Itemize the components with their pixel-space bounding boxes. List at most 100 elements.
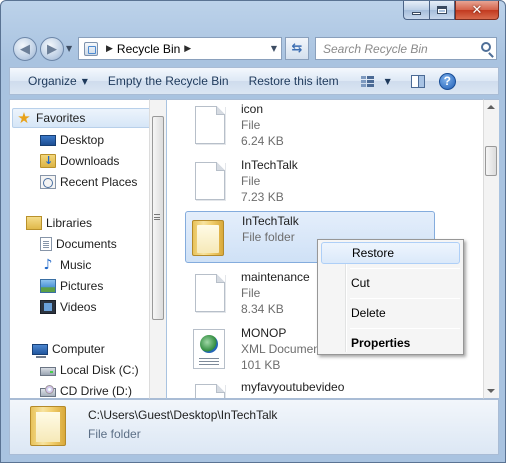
xml-document-icon [193, 329, 225, 369]
recent-pages-dropdown[interactable]: ▼ [66, 44, 72, 53]
folder-icon [30, 406, 66, 446]
file-list-scroll-thumb[interactable] [485, 146, 497, 176]
command-bar: Organize ▼ Empty the Recycle Bin Restore… [9, 67, 499, 95]
nav-desktop[interactable]: Desktop [40, 130, 104, 150]
file-type: File [241, 286, 261, 300]
scroll-up-icon[interactable] [487, 105, 495, 109]
nav-libraries[interactable]: Libraries [26, 213, 92, 233]
favorites-star-icon: ★ [17, 109, 31, 127]
details-pane: C:\Users\Guest\Desktop\InTechTalk File f… [9, 399, 499, 455]
downloads-icon [40, 154, 56, 168]
preview-pane-button[interactable] [395, 70, 433, 92]
restore-this-item-button[interactable]: Restore this item [239, 70, 349, 92]
nav-downloads[interactable]: Downloads [40, 151, 119, 171]
forward-button[interactable]: ▶ [40, 37, 64, 61]
back-arrow-icon: ◀ [20, 41, 30, 57]
recycle-bin-icon [84, 41, 98, 56]
videos-icon [40, 300, 56, 314]
breadcrumb-chevron-icon[interactable]: ▶ [184, 44, 191, 54]
context-menu-restore[interactable]: Restore [321, 242, 460, 264]
nav-recent-places[interactable]: Recent Places [40, 172, 137, 192]
address-dropdown-icon[interactable]: ▼ [266, 37, 282, 60]
nav-downloads-label: Downloads [60, 154, 120, 168]
context-menu-properties[interactable]: Properties [321, 332, 460, 354]
refresh-icon: ⇆ [291, 41, 303, 56]
nav-documents[interactable]: Documents [40, 234, 117, 254]
desktop-icon [40, 135, 56, 146]
computer-icon [32, 343, 48, 358]
file-type: XML Documen [241, 342, 320, 356]
search-input[interactable] [323, 41, 473, 56]
navigation-scrollbar[interactable] [149, 99, 166, 399]
context-menu-divider [350, 328, 460, 329]
file-list-scrollbar[interactable] [483, 99, 499, 399]
nav-videos-label: Videos [60, 300, 97, 314]
context-menu-cut[interactable]: Cut [321, 272, 460, 294]
organize-label: Organize [28, 74, 77, 88]
libraries-icon [26, 216, 42, 230]
preview-pane-icon [410, 74, 425, 88]
refresh-button[interactable]: ⇆ [285, 37, 309, 60]
restore-this-item-label: Restore this item [248, 74, 339, 88]
nav-local-disk-label: Local Disk (C:) [60, 363, 139, 377]
scroll-down-icon[interactable] [487, 389, 495, 393]
file-name: InTechTalk [242, 214, 299, 228]
back-button[interactable]: ◀ [13, 37, 37, 61]
organize-button[interactable]: Organize ▼ [10, 70, 98, 92]
file-size: 6.24 KB [241, 134, 284, 148]
nav-computer-label: Computer [52, 342, 105, 356]
nav-desktop-label: Desktop [60, 133, 105, 147]
nav-music[interactable]: ♪ Music [40, 255, 92, 275]
change-view-button[interactable]: ▼ [349, 70, 395, 92]
breadcrumb-recycle-bin[interactable]: Recycle Bin [117, 42, 180, 56]
context-menu-delete[interactable]: Delete [321, 302, 460, 324]
context-menu-divider [350, 268, 460, 269]
nav-favorites[interactable]: ★ Favorites [12, 108, 151, 128]
nav-computer[interactable]: Computer [32, 339, 105, 359]
file-size: 101 KB [241, 358, 281, 372]
file-item[interactable]: icon File 6.24 KB [185, 100, 435, 152]
views-icon [360, 75, 374, 87]
empty-recycle-bin-button[interactable]: Empty the Recycle Bin [98, 70, 239, 92]
file-item[interactable]: myfavyoutubevideo JPEG I [185, 378, 435, 398]
local-disk-icon [40, 367, 56, 376]
file-name: myfavyoutubevideo [241, 380, 345, 394]
file-name: icon [241, 102, 264, 116]
address-bar[interactable]: ▶ Recycle Bin ▶ [78, 37, 282, 60]
views-dropdown-icon[interactable]: ▼ [385, 77, 391, 86]
nav-cd-drive[interactable]: CD Drive (D:) [40, 381, 132, 398]
explorer-window: ✕ ◀ ▶ ▼ ▶ Recycle Bin ▶ ▼ ⇆ Organize ▼ E… [0, 0, 506, 463]
nav-local-disk[interactable]: Local Disk (C:) [40, 360, 139, 380]
nav-music-label: Music [60, 258, 92, 272]
file-size: 7.23 KB [241, 190, 284, 204]
forward-arrow-icon: ▶ [47, 41, 57, 57]
nav-documents-label: Documents [56, 237, 117, 251]
file-icon [195, 106, 225, 144]
file-icon [195, 162, 225, 200]
file-item[interactable]: InTechTalk File 7.23 KB [185, 156, 435, 208]
nav-videos[interactable]: Videos [40, 297, 96, 317]
recent-places-icon [40, 175, 56, 189]
file-type: File folder [242, 230, 295, 244]
file-size: 8.34 KB [241, 302, 284, 316]
close-button[interactable]: ✕ [455, 1, 499, 20]
context-menu-divider [350, 298, 460, 299]
help-icon: ? [438, 72, 456, 90]
music-icon: ♪ [43, 257, 53, 273]
breadcrumb-separator-icon[interactable]: ▶ [106, 44, 113, 54]
search-box[interactable] [315, 37, 497, 60]
nav-pictures[interactable]: Pictures [40, 276, 103, 296]
details-type: File folder [88, 427, 141, 441]
maximize-icon [437, 6, 447, 14]
maximize-button[interactable] [429, 1, 455, 20]
file-name: InTechTalk [241, 158, 298, 172]
empty-recycle-bin-label: Empty the Recycle Bin [107, 74, 229, 88]
search-icon[interactable] [481, 42, 491, 52]
minimize-icon [412, 11, 421, 15]
nav-favorites-label: Favorites [36, 111, 86, 125]
close-icon: ✕ [471, 2, 483, 18]
minimize-button[interactable] [403, 1, 429, 20]
file-name: maintenance [241, 270, 310, 284]
navigation-pane: ★ Favorites Desktop Downloads Recent Pla… [9, 99, 162, 399]
help-button[interactable]: ? [433, 70, 462, 92]
